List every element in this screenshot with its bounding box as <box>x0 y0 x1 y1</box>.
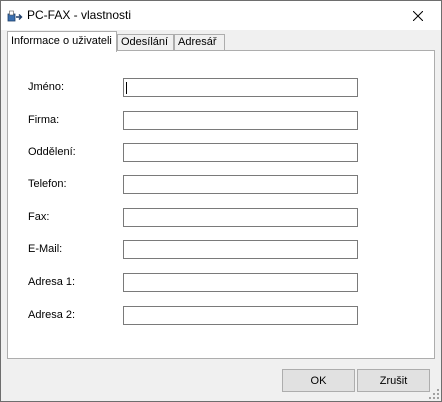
tab-user-info[interactable]: Informace o uživateli <box>7 31 117 52</box>
tab-address-book[interactable]: Adresář <box>174 34 225 51</box>
company-row: Firma: <box>8 111 434 131</box>
company-label: Firma: <box>28 114 60 126</box>
tab-label: Odesílání <box>121 36 169 48</box>
email-row: E-Mail: <box>8 240 434 260</box>
window-title: PC-FAX - vlastnosti <box>27 8 132 22</box>
address1-field[interactable] <box>123 273 358 292</box>
cancel-button[interactable]: Zrušit <box>357 369 430 392</box>
company-field[interactable] <box>123 111 358 130</box>
name-label: Jméno: <box>28 81 65 93</box>
phone-label: Telefon: <box>28 178 67 190</box>
phone-field[interactable] <box>123 175 358 194</box>
department-label: Oddělení: <box>28 146 76 158</box>
email-label: E-Mail: <box>28 243 63 255</box>
pc-fax-icon <box>7 10 23 22</box>
department-row: Oddělení: <box>8 143 434 163</box>
tab-label: Adresář <box>178 36 217 48</box>
resize-grip-icon[interactable] <box>429 389 439 399</box>
tab-label: Informace o uživateli <box>11 35 112 47</box>
fax-field[interactable] <box>123 208 358 227</box>
tab-sending[interactable]: Odesílání <box>117 34 174 51</box>
address1-row: Adresa 1: <box>8 273 434 293</box>
phone-row: Telefon: <box>8 175 434 195</box>
address2-field[interactable] <box>123 306 358 325</box>
close-icon <box>413 10 423 21</box>
cancel-button-label: Zrušit <box>379 374 408 387</box>
department-field[interactable] <box>123 143 358 162</box>
name-row: Jméno: <box>8 78 434 98</box>
ok-button-label: OK <box>310 374 327 387</box>
user-info-panel: Jméno: Firma: Oddělení: Telefon: Fax: E-… <box>7 50 435 359</box>
name-field[interactable] <box>123 78 358 97</box>
text-caret <box>126 82 127 94</box>
address2-label: Adresa 2: <box>28 309 76 321</box>
close-button[interactable] <box>395 1 441 30</box>
address2-row: Adresa 2: <box>8 306 434 326</box>
fax-row: Fax: <box>8 208 434 228</box>
email-field[interactable] <box>123 240 358 259</box>
title-bar[interactable]: PC-FAX - vlastnosti <box>1 1 441 30</box>
fax-label: Fax: <box>28 211 50 223</box>
address1-label: Adresa 1: <box>28 276 76 288</box>
properties-dialog: PC-FAX - vlastnosti Informace o uživatel… <box>0 0 442 402</box>
ok-button[interactable]: OK <box>282 369 355 392</box>
